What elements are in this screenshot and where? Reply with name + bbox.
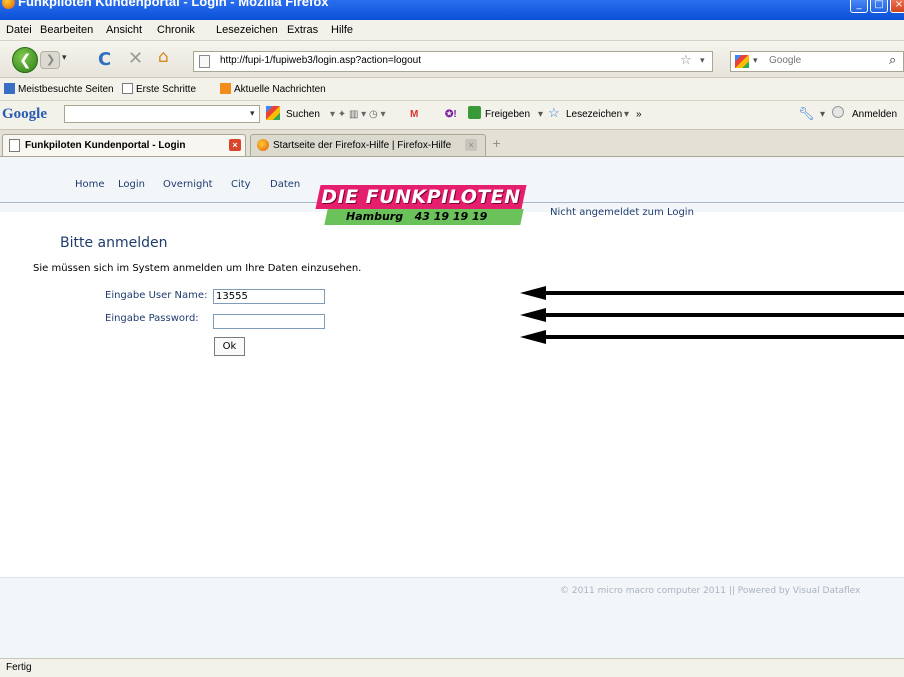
bookmark-star-icon[interactable]: ☆ [680, 53, 692, 68]
window-title: Funkpiloten Kundenportal - Login - Mozil… [18, 0, 329, 9]
stop-icon[interactable]: ✕ [128, 48, 143, 69]
bookmarks-bar: Meistbesuchte Seiten Erste Schritte Aktu… [0, 78, 904, 101]
close-tab-icon[interactable]: × [229, 139, 241, 151]
page-icon [199, 55, 210, 68]
page-icon [122, 83, 133, 94]
wrench-dropdown-icon[interactable]: ▾ [820, 109, 825, 120]
nav-home[interactable]: Home [75, 179, 105, 190]
page-footer: © 2011 micro macro computer 2011 || Powe… [0, 577, 904, 659]
menu-bearbeiten[interactable]: Bearbeiten [40, 24, 93, 36]
status-text: Fertig [6, 662, 32, 673]
window-title-bar: Funkpiloten Kundenportal - Login - Mozil… [0, 0, 904, 20]
maximize-button[interactable]: □ [870, 0, 888, 13]
nav-city[interactable]: City [231, 179, 251, 190]
google-engine-icon[interactable] [735, 55, 749, 68]
username-input[interactable] [213, 289, 325, 304]
reload-icon[interactable]: C [98, 49, 111, 70]
signin-button[interactable]: Anmelden [852, 109, 897, 120]
back-button[interactable]: ❮ [12, 47, 38, 73]
page-icon [9, 139, 20, 152]
bookmark-label: Erste Schritte [136, 84, 197, 95]
more-button[interactable]: » [636, 109, 642, 120]
bookmarks-dropdown-icon[interactable]: ▾ [624, 109, 629, 120]
menu-hilfe[interactable]: Hilfe [331, 24, 353, 36]
search-box[interactable]: ▾ ⌕ [730, 51, 904, 72]
footer-text: © 2011 micro macro computer 2011 || Powe… [560, 586, 861, 596]
search-input[interactable] [767, 54, 891, 67]
search-icon[interactable]: ⌕ [889, 53, 896, 68]
gmail-icon[interactable]: M [410, 109, 418, 120]
yahoo-icon[interactable]: ✪! [445, 109, 457, 120]
tab-funkpiloten-login[interactable]: Funkpiloten Kundenportal - Login × [2, 134, 246, 156]
tab-bar: Funkpiloten Kundenportal - Login × Start… [0, 130, 904, 157]
logo-title: DIE FUNKPILOTEN [321, 186, 521, 208]
share-dropdown-icon[interactable]: ▾ [538, 109, 543, 120]
password-label: Eingabe Password: [105, 313, 199, 324]
menu-datei[interactable]: Datei [6, 24, 32, 36]
menu-ansicht[interactable]: Ansicht [106, 24, 142, 36]
minimize-button[interactable]: _ [850, 0, 868, 13]
forward-arrow-icon: ❯ [46, 53, 56, 66]
url-bar[interactable]: ☆ ▾ [193, 51, 713, 72]
tab-label: Startseite der Firefox-Hilfe | Firefox-H… [273, 140, 452, 151]
bookmarks-star-icon: ☆ [548, 105, 560, 120]
wrench-icon[interactable]: 🔧︎ [798, 106, 815, 122]
share-button[interactable]: Freigeben [485, 109, 530, 120]
google-search-dropdown-icon[interactable]: ▾ [250, 108, 255, 119]
tab-label: Funkpiloten Kundenportal - Login [25, 140, 186, 151]
menu-lesezeichen[interactable]: Lesezeichen [216, 24, 278, 36]
navigation-toolbar: ❮ ❯ ▾ C ✕ ⌂ ☆ ▾ ▾ ⌕ [0, 41, 904, 78]
firefox-icon [2, 0, 15, 9]
google-search-button[interactable]: Suchen [286, 109, 320, 120]
firefox-icon [257, 139, 269, 151]
bookmark-most-visited[interactable]: Meistbesuchte Seiten [4, 83, 114, 95]
funkpiloten-logo: DIE FUNKPILOTEN Hamburg 43 19 19 19 [315, 185, 527, 229]
google-logo: Google [2, 106, 47, 122]
nav-daten[interactable]: Daten [270, 179, 300, 190]
rss-feed-icon [220, 83, 231, 94]
password-input[interactable] [213, 314, 325, 329]
most-visited-icon [4, 83, 15, 94]
menu-extras[interactable]: Extras [287, 24, 318, 36]
back-arrow-icon: ❮ [19, 51, 32, 69]
tab-firefox-help[interactable]: Startseite der Firefox-Hilfe | Firefox-H… [250, 134, 486, 156]
google-search-input[interactable] [64, 105, 260, 123]
google-icon [266, 106, 280, 120]
url-dropdown-icon[interactable]: ▾ [700, 56, 705, 66]
new-tab-button[interactable]: + [492, 137, 501, 150]
close-window-button[interactable]: × [890, 0, 904, 13]
toolbar-dropdown-icon[interactable]: ▾ ✦ ▥ ▾ ◷ ▾ [330, 109, 386, 120]
forward-button[interactable]: ❯ [40, 51, 60, 69]
bookmarks-button[interactable]: Lesezeichen [566, 109, 622, 120]
google-toolbar: Google ▾ Suchen ▾ ✦ ▥ ▾ ◷ ▾ M ✪! Freigeb… [0, 101, 904, 130]
nav-login[interactable]: Login [118, 179, 145, 190]
bookmark-news[interactable]: Aktuelle Nachrichten [220, 83, 326, 95]
bookmark-label: Aktuelle Nachrichten [234, 84, 326, 95]
login-status-text: Nicht angemeldet zum Login [550, 207, 694, 218]
bookmark-first-steps[interactable]: Erste Schritte [122, 83, 196, 95]
home-icon[interactable]: ⌂ [158, 47, 169, 67]
menu-chronik[interactable]: Chronik [157, 24, 195, 36]
page-content: Home Login Overnight City Daten DIE FUNK… [0, 157, 904, 659]
menu-bar: Datei Bearbeiten Ansicht Chronik Lesezei… [0, 20, 904, 41]
close-tab-icon[interactable]: × [465, 139, 477, 151]
logo-phone: Hamburg 43 19 19 19 [346, 210, 488, 223]
nav-overnight[interactable]: Overnight [163, 179, 213, 190]
logo-bottom-band: Hamburg 43 19 19 19 [324, 209, 524, 225]
status-bar: Fertig [0, 658, 904, 677]
engine-dropdown-icon[interactable]: ▾ [753, 56, 758, 66]
username-label: Eingabe User Name: [105, 290, 208, 301]
url-input[interactable] [218, 54, 692, 67]
signin-icon [832, 106, 844, 118]
share-icon [468, 106, 481, 119]
logo-top-band: DIE FUNKPILOTEN [315, 185, 527, 209]
arrow-annotation-icon [520, 308, 904, 322]
arrow-annotation-icon [520, 330, 904, 344]
arrow-annotation-icon [520, 286, 904, 300]
ok-button[interactable]: Ok [214, 337, 245, 356]
page-title: Bitte anmelden [60, 235, 168, 251]
bookmark-label: Meistbesuchte Seiten [18, 84, 114, 95]
history-dropdown-icon[interactable]: ▾ [62, 53, 67, 63]
intro-text: Sie müssen sich im System anmelden um Ih… [33, 263, 362, 274]
